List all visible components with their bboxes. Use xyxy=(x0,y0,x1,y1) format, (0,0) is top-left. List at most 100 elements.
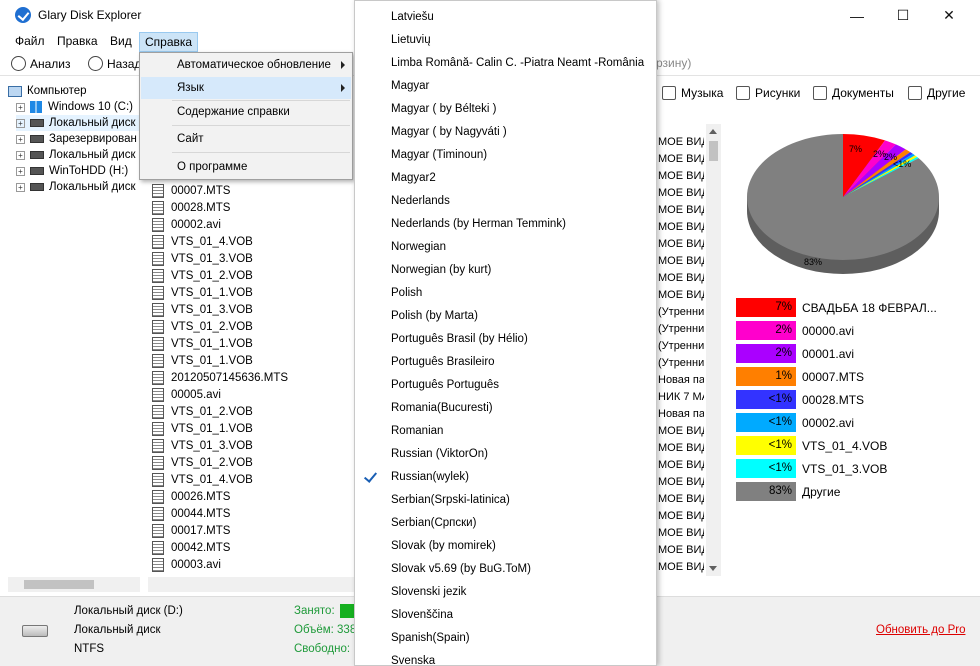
menu-item-website[interactable]: Сайт xyxy=(141,128,351,150)
recycle-label: рзину) xyxy=(656,56,692,70)
language-item[interactable]: Slovak (by momirek) xyxy=(355,535,656,558)
file-icon xyxy=(152,489,164,504)
file-row[interactable]: VTS_01_4.VOB xyxy=(152,233,253,250)
computer-icon xyxy=(8,85,22,97)
expand-icon[interactable]: + xyxy=(16,118,25,128)
file-row[interactable]: 00002.avi xyxy=(152,216,221,233)
tab-other[interactable]: Другие xyxy=(908,86,965,100)
analyze-button[interactable]: Анализ xyxy=(11,56,71,71)
file-row[interactable]: VTS_01_1.VOB xyxy=(152,352,253,369)
menu-item-help-contents[interactable]: Содержание справки xyxy=(141,101,351,123)
checkmark-icon xyxy=(363,469,378,483)
scroll-up-icon[interactable] xyxy=(709,129,717,134)
menu-item-auto-update[interactable]: Автоматическое обновление xyxy=(141,54,351,76)
file-row[interactable]: 00028.MTS xyxy=(152,199,230,216)
menu-item-language[interactable]: Язык xyxy=(141,77,351,99)
language-item[interactable]: Magyar ( by Bélteki ) xyxy=(355,98,656,121)
language-item[interactable]: Norwegian (by kurt) xyxy=(355,259,656,282)
language-item[interactable]: Romanian xyxy=(355,420,656,443)
file-row[interactable]: 00017.MTS xyxy=(152,522,230,539)
file-row[interactable]: VTS_01_2.VOB xyxy=(152,454,253,471)
tree-item[interactable]: + WinToHDD (H:) xyxy=(16,163,140,179)
language-item[interactable]: Russian (ViktorOn) xyxy=(355,443,656,466)
file-row[interactable]: VTS_01_2.VOB xyxy=(152,318,253,335)
scroll-thumb[interactable] xyxy=(709,141,718,161)
tab-pictures[interactable]: Рисунки xyxy=(736,86,800,100)
upgrade-pro-link[interactable]: Обновить до Pro xyxy=(876,624,965,636)
language-item[interactable]: Lietuvių xyxy=(355,29,656,52)
file-row[interactable]: VTS_01_2.VOB xyxy=(152,267,253,284)
expand-icon[interactable]: + xyxy=(16,182,25,192)
language-item[interactable]: Romania(Bucuresti) xyxy=(355,397,656,420)
language-item[interactable]: Nederlands (by Herman Temmink) xyxy=(355,213,656,236)
minimize-button[interactable]: — xyxy=(834,0,880,31)
expand-icon[interactable]: + xyxy=(16,166,25,176)
recycle-button-partial[interactable]: рзину) xyxy=(656,56,691,70)
language-item[interactable]: Magyar (Timinoun) xyxy=(355,144,656,167)
file-row[interactable]: VTS_01_3.VOB xyxy=(152,250,253,267)
menu-item-about[interactable]: О программе xyxy=(141,156,351,178)
menu-edit[interactable]: Правка xyxy=(57,34,98,48)
tab-music[interactable]: Музыка xyxy=(662,86,723,100)
legend-label: 00028.MTS xyxy=(802,392,865,407)
file-row[interactable]: 20120507145636.MTS xyxy=(152,369,288,386)
expand-icon[interactable]: + xyxy=(16,134,25,144)
file-row[interactable]: VTS_01_1.VOB xyxy=(152,335,253,352)
file-row[interactable]: VTS_01_4.VOB xyxy=(152,471,253,488)
file-row[interactable]: 00007.MTS xyxy=(152,182,230,199)
language-item[interactable]: Magyar2 xyxy=(355,167,656,190)
expand-icon[interactable]: + xyxy=(16,150,25,160)
tree-root-computer[interactable]: Компьютер xyxy=(8,83,140,99)
menu-help[interactable]: Справка xyxy=(139,32,199,52)
scroll-thumb[interactable] xyxy=(24,580,94,589)
language-item[interactable]: Slovenski jezik xyxy=(355,581,656,604)
chart-pane: 7% 2% 2% <1% 83% 7% СВАДЬБА 18 ФЕВРАЛ... 2% 000… xyxy=(726,110,980,596)
menu-view[interactable]: Вид xyxy=(110,34,132,48)
menu-file[interactable]: Файл xyxy=(15,34,45,48)
language-item[interactable]: Magyar ( by Nagyváti ) xyxy=(355,121,656,144)
language-item[interactable]: Magyar xyxy=(355,75,656,98)
language-item[interactable]: Slovak v5.69 (by BuG.ToM) xyxy=(355,558,656,581)
tree-item[interactable]: + Локальный диск xyxy=(16,115,140,131)
scroll-down-icon[interactable] xyxy=(709,566,717,571)
expand-icon[interactable]: + xyxy=(16,102,25,112)
file-row[interactable]: 00026.MTS xyxy=(152,488,230,505)
close-button[interactable]: ✕ xyxy=(926,0,972,31)
file-row[interactable]: 00003.avi xyxy=(152,556,221,573)
tree-item[interactable]: + Локальный диск xyxy=(16,179,140,195)
file-row[interactable]: 00042.MTS xyxy=(152,539,230,556)
language-item[interactable]: Polish (by Marta) xyxy=(355,305,656,328)
language-item[interactable]: Norwegian xyxy=(355,236,656,259)
language-item[interactable]: Polish xyxy=(355,282,656,305)
tab-documents[interactable]: Документы xyxy=(813,86,894,100)
file-name: 00026.MTS xyxy=(171,490,231,503)
tree-item[interactable]: + Зарезервирован xyxy=(16,131,140,147)
file-row[interactable]: VTS_01_1.VOB xyxy=(152,284,253,301)
file-row[interactable]: 00005.avi xyxy=(152,386,221,403)
language-item[interactable]: Slovenščina xyxy=(355,604,656,627)
file-row[interactable]: VTS_01_1.VOB xyxy=(152,420,253,437)
tree-hscrollbar[interactable] xyxy=(8,577,140,592)
file-row[interactable]: VTS_01_2.VOB xyxy=(152,403,253,420)
path-cell: МОЕ ВИД xyxy=(658,221,704,233)
language-item[interactable]: Serbian(Српски) xyxy=(355,512,656,535)
language-item[interactable]: Russian(wylek) xyxy=(355,466,656,489)
language-item[interactable]: Nederlands xyxy=(355,190,656,213)
file-row[interactable]: 00044.MTS xyxy=(152,505,230,522)
file-row[interactable]: VTS_01_3.VOB xyxy=(152,301,253,318)
language-item[interactable]: Português Brasileiro xyxy=(355,351,656,374)
language-item[interactable]: Latviešu xyxy=(355,6,656,29)
language-item[interactable]: Svenska xyxy=(355,650,656,665)
language-item[interactable]: Limba Română- Calin C. -Piatra Neamt -Ro… xyxy=(355,52,656,75)
file-row[interactable]: VTS_01_3.VOB xyxy=(152,437,253,454)
language-item[interactable]: Serbian(Srpski-latinica) xyxy=(355,489,656,512)
tree-item[interactable]: + Локальный диск xyxy=(16,147,140,163)
maximize-button[interactable]: ☐ xyxy=(880,0,926,31)
language-item[interactable]: Spanish(Spain) xyxy=(355,627,656,650)
back-button[interactable]: Назад xyxy=(88,56,141,71)
tree-item[interactable]: + Windows 10 (C:) xyxy=(16,99,140,115)
files-hscrollbar[interactable] xyxy=(148,577,356,592)
language-item[interactable]: Português Brasil (by Hélio) xyxy=(355,328,656,351)
language-item[interactable]: Português Português xyxy=(355,374,656,397)
files-vscrollbar[interactable] xyxy=(706,124,721,576)
